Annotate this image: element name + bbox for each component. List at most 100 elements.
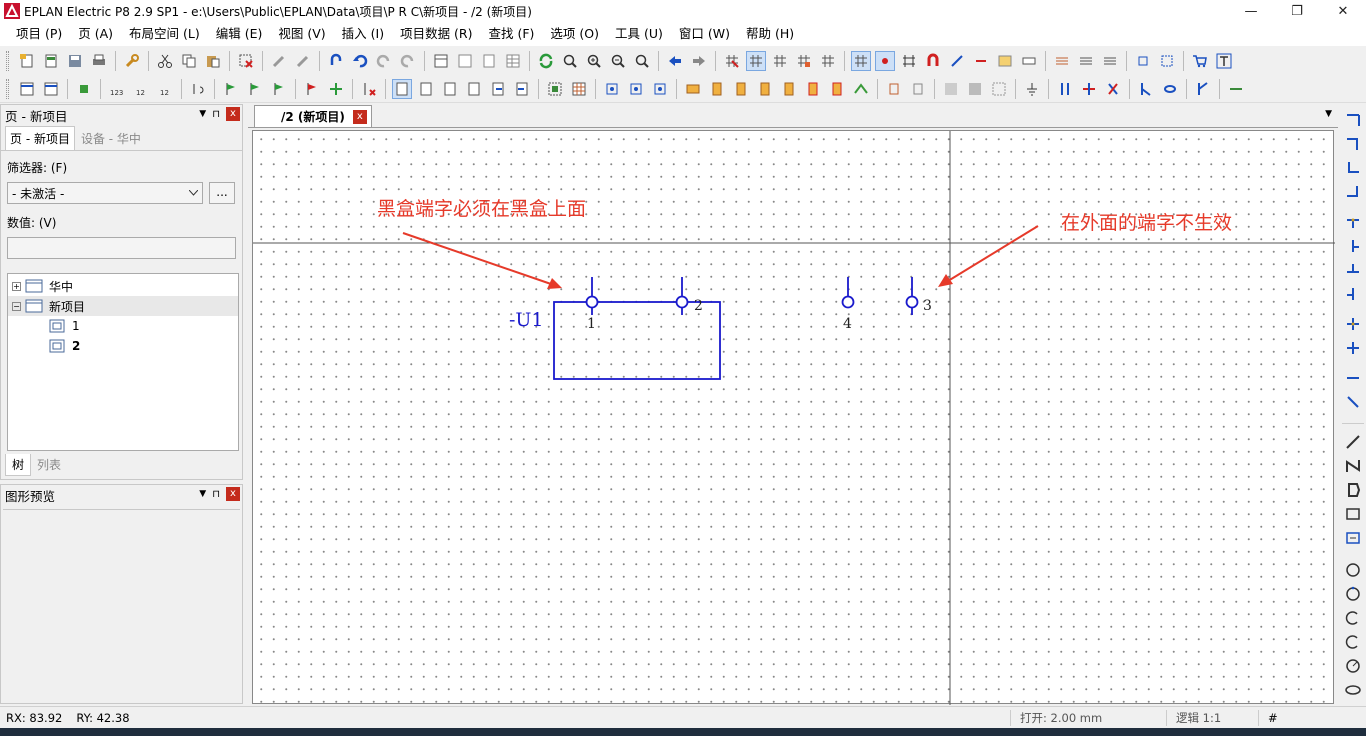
zoom-in-icon[interactable]	[584, 51, 604, 71]
pen-icon[interactable]	[269, 51, 289, 71]
page-info-icon[interactable]	[464, 79, 484, 99]
number-a-icon[interactable]: 123	[107, 79, 127, 99]
table-grid-icon[interactable]	[569, 79, 589, 99]
menu-page[interactable]: 页 (A)	[70, 22, 121, 46]
terminal-4[interactable]	[841, 277, 855, 309]
delete-icon[interactable]	[236, 51, 256, 71]
redo-list-icon[interactable]	[398, 51, 418, 71]
circle-3pt-tool-icon[interactable]	[1343, 584, 1363, 604]
terminal-g-icon[interactable]	[827, 79, 847, 99]
grid-b-icon[interactable]	[746, 51, 766, 71]
select-icon[interactable]	[1133, 51, 1153, 71]
page-prev-icon[interactable]	[488, 79, 508, 99]
tab-list[interactable]: 列表	[31, 454, 67, 475]
flag-e-icon[interactable]	[326, 79, 346, 99]
tee-d-icon[interactable]	[1343, 284, 1363, 304]
cut-icon[interactable]	[155, 51, 175, 71]
terminal-d-icon[interactable]	[755, 79, 775, 99]
tab-list-dropdown-icon[interactable]: ▼	[1325, 109, 1332, 119]
polygon-tool-icon[interactable]	[1343, 480, 1363, 500]
flag-remove-icon[interactable]	[359, 79, 379, 99]
connection-b-icon[interactable]	[1160, 79, 1180, 99]
corner-c-icon[interactable]	[1343, 158, 1363, 178]
new-project-icon[interactable]	[17, 51, 37, 71]
menu-tools[interactable]: 工具 (U)	[607, 22, 671, 46]
connection-d-icon[interactable]	[1226, 79, 1246, 99]
macro-icon[interactable]	[545, 79, 565, 99]
cross-a-icon[interactable]	[1343, 314, 1363, 334]
arc-tool-icon[interactable]	[1343, 608, 1363, 628]
measure-icon[interactable]	[947, 51, 967, 71]
tee-c-icon[interactable]	[1343, 260, 1363, 280]
window-layout-icon[interactable]	[431, 51, 451, 71]
menu-help[interactable]: 帮助 (H)	[738, 22, 802, 46]
plugin-icon[interactable]	[74, 79, 94, 99]
cart-icon[interactable]	[1190, 51, 1210, 71]
menu-options[interactable]: 选项 (O)	[542, 22, 607, 46]
polyline-tool-icon[interactable]	[1343, 456, 1363, 476]
panel-pin-icon[interactable]: ⊓	[212, 489, 220, 500]
menu-find[interactable]: 查找 (F)	[481, 22, 543, 46]
grid-d-icon[interactable]	[794, 51, 814, 71]
terminal-h-icon[interactable]	[851, 79, 871, 99]
open-project-icon[interactable]	[41, 51, 61, 71]
restore-button[interactable]: ❐	[1274, 0, 1320, 22]
text-style-c-icon[interactable]	[1100, 51, 1120, 71]
select-frame-icon[interactable]	[1157, 51, 1177, 71]
menu-edit[interactable]: 编辑 (E)	[208, 22, 271, 46]
snap-to-grid-icon[interactable]	[875, 51, 895, 71]
refresh-icon[interactable]	[536, 51, 556, 71]
flag-a-icon[interactable]	[221, 79, 241, 99]
grid-c-icon[interactable]	[770, 51, 790, 71]
redo-icon[interactable]	[374, 51, 394, 71]
terminal-f-icon[interactable]	[803, 79, 823, 99]
hatch-c-icon[interactable]	[989, 79, 1009, 99]
text-style-a-icon[interactable]	[1052, 51, 1072, 71]
order-icon[interactable]	[188, 79, 208, 99]
picture-icon[interactable]	[995, 51, 1015, 71]
cross-b-icon[interactable]	[1343, 338, 1363, 358]
page-check-icon[interactable]	[479, 51, 499, 71]
terminal-b-icon[interactable]	[707, 79, 727, 99]
page-next-icon[interactable]	[512, 79, 532, 99]
terminal-e-icon[interactable]	[779, 79, 799, 99]
busbar-a-icon[interactable]	[1055, 79, 1075, 99]
corner-b-icon[interactable]	[1343, 134, 1363, 154]
circle-tool-icon[interactable]	[1343, 560, 1363, 580]
field-icon[interactable]	[1019, 51, 1039, 71]
close-button[interactable]: ✕	[1320, 0, 1366, 22]
menu-project[interactable]: 项目 (P)	[8, 22, 70, 46]
menu-project-data[interactable]: 项目数据 (R)	[392, 22, 480, 46]
snap-icon[interactable]	[899, 51, 919, 71]
hatch-a-icon[interactable]	[941, 79, 961, 99]
tree-node-page-2[interactable]: 2	[8, 336, 238, 356]
panel-dropdown-icon[interactable]: ▼	[199, 109, 206, 119]
terminal-2[interactable]	[675, 277, 689, 315]
page-new-icon[interactable]	[17, 79, 37, 99]
back-arrow-icon[interactable]	[665, 51, 685, 71]
flag-c-icon[interactable]	[269, 79, 289, 99]
grid-a-icon[interactable]	[722, 51, 742, 71]
document-tab-close-button[interactable]: x	[352, 109, 367, 124]
table-icon[interactable]	[503, 51, 523, 71]
menu-window[interactable]: 窗口 (W)	[671, 22, 738, 46]
hatch-b-icon[interactable]	[965, 79, 985, 99]
value-input[interactable]	[7, 237, 236, 259]
panel-dropdown-icon[interactable]: ▼	[199, 489, 206, 499]
zoom-all-icon[interactable]	[632, 51, 652, 71]
diagonal-icon[interactable]	[1343, 392, 1363, 412]
page-copy-icon[interactable]	[440, 79, 460, 99]
forward-arrow-icon[interactable]	[689, 51, 709, 71]
rectangle-tool-icon[interactable]	[1343, 504, 1363, 524]
flag-d-icon[interactable]	[302, 79, 322, 99]
device-b-icon[interactable]	[626, 79, 646, 99]
terminal-c-icon[interactable]	[731, 79, 751, 99]
tree-node-new-project[interactable]: − 新项目	[8, 296, 238, 316]
busbar-c-icon[interactable]	[1103, 79, 1123, 99]
connect-icon[interactable]	[971, 51, 991, 71]
device-c-icon[interactable]	[650, 79, 670, 99]
panel-pin-icon[interactable]: ⊓	[212, 109, 220, 120]
line-tool-icon[interactable]	[1343, 432, 1363, 452]
document-tab[interactable]: /2 (新项目) x	[254, 105, 372, 127]
text-tool-icon[interactable]	[1214, 51, 1234, 71]
